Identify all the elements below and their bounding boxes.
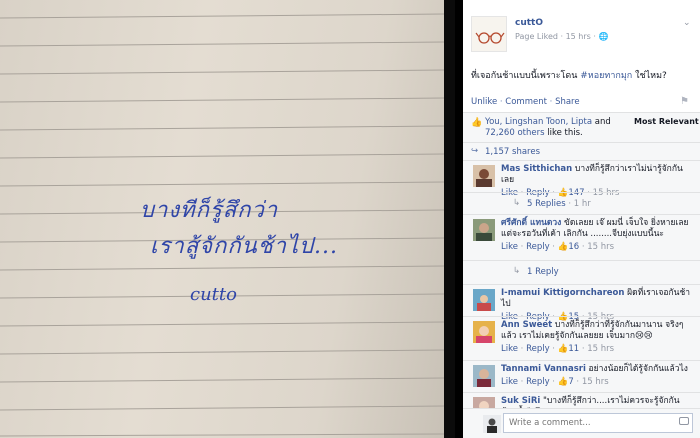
reply-link[interactable]: Reply xyxy=(526,344,550,354)
handwriting-line-1: บางทีก็รู้สึกว่า xyxy=(140,198,279,223)
like-link[interactable]: Like xyxy=(501,242,518,252)
shares-link[interactable]: 1,157 shares xyxy=(485,147,540,157)
comment-meta: Like · Reply · 👍16 · 15 hrs xyxy=(501,242,615,252)
like-count[interactable]: 7 xyxy=(568,377,573,387)
view-replies[interactable]: ↳ 5 Replies · 1 hr xyxy=(463,192,700,214)
camera-icon[interactable] xyxy=(679,417,689,425)
handwriting-signature: cutto xyxy=(190,284,237,305)
comment-link[interactable]: Comment xyxy=(505,97,547,107)
likes-suffix: like this. xyxy=(544,128,583,138)
reply-arrow-icon: ↳ xyxy=(513,198,521,208)
like-count[interactable]: 16 xyxy=(568,242,579,252)
comment-body: Suk SiRi "บางทีก็รู้สึกว่า....เราไม่ควรจ… xyxy=(501,396,693,408)
comment-body: Tannami Vannasri อย่างน้อยก็ได้รู้จักกัน… xyxy=(501,364,693,388)
comment-body: ศรีศักดิ์ แทนดวง ขัดเลยย เจ๊ ผมนี่ เจ็บใ… xyxy=(501,218,693,253)
caption-text-start: ที่เจอกันช้าแบบนี้เพราะโดน xyxy=(471,71,581,81)
replies-link[interactable]: 1 Reply xyxy=(527,267,559,277)
comment-item: ศรีศักดิ์ แทนดวง ขัดเลยย เจ๊ ผมนี่ เจ็บใ… xyxy=(463,214,700,260)
comment-item: Mas Sitthichan บางทีก็รู้สึกว่าเราไม่น่า… xyxy=(463,160,700,198)
chevron-down-icon[interactable]: ⌄ xyxy=(683,18,691,28)
commenter-name[interactable]: Mas Sitthichan xyxy=(501,164,572,174)
thumbs-up-icon: 👍 xyxy=(557,344,569,354)
comment-item: Suk SiRi "บางทีก็รู้สึกว่า....เราไม่ควรจ… xyxy=(463,392,700,408)
hashtag-link[interactable]: #หอยทากมุก xyxy=(580,71,632,81)
view-replies[interactable]: ↳ 1 Reply xyxy=(463,260,700,282)
comment-input[interactable] xyxy=(503,413,693,433)
share-link[interactable]: Share xyxy=(555,97,580,107)
commenter-name[interactable]: Ann Sweet xyxy=(501,320,552,330)
avatar[interactable] xyxy=(473,219,495,241)
handwriting-line-2: เราสู้จักกันช้าไป... xyxy=(150,234,338,259)
comment-composer xyxy=(463,408,700,438)
thumbs-up-icon: 👍 xyxy=(557,377,569,387)
page-name-link[interactable]: cuttO xyxy=(515,18,543,28)
post-photo[interactable]: บางทีก็รู้สึกว่า เราสู้จักกันช้าไป... cu… xyxy=(0,0,455,438)
commenter-name[interactable]: I-mamui Kittigornchareon xyxy=(501,288,624,298)
likers-link[interactable]: You, Lingshan Toon, Lipta xyxy=(485,117,592,127)
comment-meta: Like · Reply · 👍11 · 15 hrs xyxy=(501,344,615,354)
shares-summary: ↪ 1,157 shares xyxy=(463,142,700,160)
comment-meta: Like · Reply · 👍7 · 15 hrs xyxy=(501,377,609,387)
commenter-name[interactable]: ศรีศักดิ์ แทนดวง xyxy=(501,218,561,228)
post-meta: Page Liked · 15 hrs · 🌐 xyxy=(515,32,608,41)
comment-item: Tannami Vannasri อย่างน้อยก็ได้รู้จักกัน… xyxy=(463,360,700,392)
avatar[interactable] xyxy=(473,365,495,387)
likes-summary: 👍 You, Lingshan Toon, Lipta and 72,260 o… xyxy=(463,112,700,142)
others-link[interactable]: 72,260 others xyxy=(485,128,545,138)
page-avatar[interactable] xyxy=(471,16,507,52)
comment-item: Ann Sweet บางทีก็รู้สึกว่าที่รู้จักกันมา… xyxy=(463,316,700,360)
post-actions: Unlike · Comment · Share xyxy=(471,97,580,107)
comment-time[interactable]: 15 hrs xyxy=(587,344,614,354)
sort-dropdown[interactable]: Most Relevant ▾ xyxy=(634,117,700,126)
like-count[interactable]: 11 xyxy=(568,344,579,354)
post-header: cuttO Page Liked · 15 hrs · 🌐 ⌄ xyxy=(471,16,696,56)
comment-body: Ann Sweet บางทีก็รู้สึกว่าที่รู้จักกันมา… xyxy=(501,320,693,355)
post-meta-text: Page Liked · 15 hrs · xyxy=(515,32,596,41)
post-sidebar: cuttO Page Liked · 15 hrs · 🌐 ⌄ ที่เจอกั… xyxy=(463,0,700,438)
globe-icon: 🌐 xyxy=(598,32,609,41)
avatar[interactable] xyxy=(473,165,495,187)
commenter-name[interactable]: Tannami Vannasri xyxy=(501,364,586,374)
caption-text-end: ใช่ไหม? xyxy=(632,71,667,81)
like-link[interactable]: Like xyxy=(501,344,518,354)
avatar[interactable] xyxy=(473,397,495,408)
replies-time: · 1 hr xyxy=(565,199,591,209)
avatar xyxy=(483,415,501,433)
reply-link[interactable]: Reply xyxy=(526,242,550,252)
thumbs-up-icon: 👍 xyxy=(557,242,569,252)
share-arrow-icon: ↪ xyxy=(471,146,479,156)
notebook-paper: บางทีก็รู้สึกว่า เราสู้จักกันช้าไป... cu… xyxy=(0,0,444,438)
comment-item: I-mamui Kittigornchareon ผิดที่เราเจอกัน… xyxy=(463,284,700,322)
comment-time[interactable]: 15 hrs xyxy=(587,242,614,252)
post-caption: ที่เจอกันช้าแบบนี้เพราะโดน #หอยทากมุก ใช… xyxy=(471,68,693,82)
avatar[interactable] xyxy=(473,289,495,311)
comment-time[interactable]: 15 hrs xyxy=(582,377,609,387)
flag-icon[interactable]: ⚑ xyxy=(680,96,689,107)
unlike-link[interactable]: Unlike xyxy=(471,97,497,107)
glasses-logo-icon xyxy=(475,32,505,44)
likes-and: and xyxy=(592,117,611,127)
comment-text: อย่างน้อยก็ได้รู้จักกันแล้วไง xyxy=(585,364,688,374)
commenter-name[interactable]: Suk SiRi xyxy=(501,396,540,406)
likes-text: You, Lingshan Toon, Lipta and 72,260 oth… xyxy=(485,117,615,139)
replies-text: 1 Reply xyxy=(527,267,559,277)
reply-link[interactable]: Reply xyxy=(526,377,550,387)
comments-list: Mas Sitthichan บางทีก็รู้สึกว่าเราไม่น่า… xyxy=(463,160,700,408)
like-link[interactable]: Like xyxy=(501,377,518,387)
reply-arrow-icon: ↳ xyxy=(513,266,521,276)
replies-text: 5 Replies · 1 hr xyxy=(527,199,591,209)
avatar[interactable] xyxy=(473,321,495,343)
replies-link[interactable]: 5 Replies xyxy=(527,199,566,209)
thumbs-up-icon: 👍 xyxy=(471,118,483,128)
